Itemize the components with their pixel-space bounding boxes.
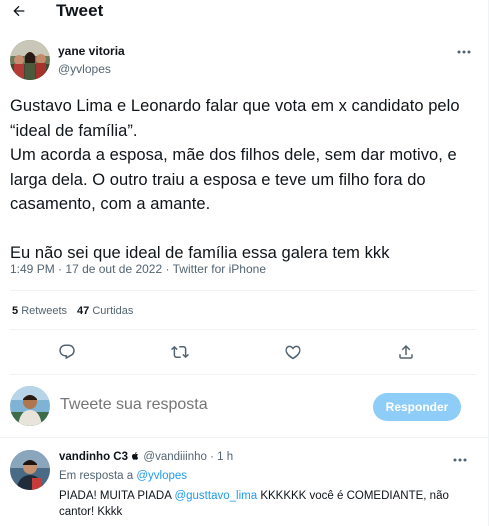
reply-input[interactable]: [60, 396, 340, 414]
tweet-date[interactable]: 17 de out de 2022: [65, 262, 162, 276]
likes-count: 47: [77, 305, 90, 317]
page-title: Tweet: [56, 1, 104, 20]
tweet-actions: [0, 340, 488, 364]
likes-label: Curtidas: [92, 305, 134, 317]
retweet-action-button[interactable]: [168, 340, 192, 364]
tweet-stats: 5 Retweets 47 Curtidas: [12, 305, 133, 317]
reply-text-mention[interactable]: @gusttavo_lima: [174, 490, 257, 502]
likes-stat[interactable]: 47 Curtidas: [77, 305, 133, 317]
divider: [10, 290, 476, 291]
current-user-avatar: [10, 386, 50, 426]
meta-separator: ·: [58, 262, 63, 276]
arrow-left-icon: [13, 5, 25, 17]
retweets-stat[interactable]: 5 Retweets: [12, 305, 67, 317]
reply-composer: Responder: [0, 380, 488, 430]
more-icon: [453, 458, 467, 462]
tweet-more-button[interactable]: [454, 42, 474, 62]
back-button[interactable]: [8, 0, 30, 22]
like-action-button[interactable]: [281, 340, 305, 364]
reply-time[interactable]: 1 h: [217, 451, 233, 463]
reply-tweet[interactable]: vandinho C3 @vandiiinho · 1 h Em respost…: [0, 446, 488, 526]
apple-icon: [132, 452, 139, 460]
replying-to: Em resposta a @yvlopes: [59, 470, 187, 482]
reply-more-button[interactable]: [450, 452, 470, 468]
tweet-author: yane vitoria @yvlopes: [10, 40, 478, 82]
replying-to-prefix: Em resposta a: [59, 470, 134, 482]
reply-header: vandinho C3 @vandiiinho · 1 h: [59, 451, 233, 463]
more-icon: [457, 50, 471, 54]
reply-author-avatar[interactable]: [10, 450, 50, 490]
retweets-label: Retweets: [21, 305, 68, 317]
meta-separator: ·: [165, 262, 170, 276]
author-handle[interactable]: @yvlopes: [58, 62, 111, 76]
reply-text: PIADA! MUITA PIADA @gusttavo_lima KKKKKK…: [59, 488, 479, 520]
tweet-meta: 1:49 PM · 17 de out de 2022 · Twitter fo…: [10, 262, 266, 276]
retweets-count: 5: [12, 305, 19, 317]
retweet-icon: [171, 345, 189, 359]
replying-to-mention[interactable]: @yvlopes: [136, 470, 187, 482]
reply-action-button[interactable]: [55, 340, 79, 364]
heart-icon: [285, 345, 301, 360]
divider: [10, 329, 476, 330]
reply-icon: [59, 344, 75, 360]
tweet-paragraph: Gustavo Lima e Leonardo falar que vota e…: [10, 97, 460, 213]
share-action-button[interactable]: [394, 340, 418, 364]
reply-separator: ·: [210, 451, 214, 463]
reply-author-handle[interactable]: @vandiiinho: [143, 451, 206, 463]
page-header: Tweet: [0, 0, 488, 24]
author-avatar[interactable]: [10, 40, 50, 80]
tweet-source[interactable]: Twitter for iPhone: [173, 262, 266, 276]
divider: [0, 437, 488, 438]
reply-submit-button[interactable]: Responder: [373, 393, 461, 421]
reply-author-name[interactable]: vandinho C3: [59, 451, 128, 463]
tweet-body: Gustavo Lima e Leonardo falar que vota e…: [10, 94, 478, 265]
author-name[interactable]: yane vitoria: [58, 44, 125, 58]
share-icon: [399, 344, 413, 359]
divider: [10, 374, 476, 375]
reply-text-start: PIADA! MUITA PIADA: [59, 490, 172, 502]
tweet-time[interactable]: 1:49 PM: [10, 262, 55, 276]
